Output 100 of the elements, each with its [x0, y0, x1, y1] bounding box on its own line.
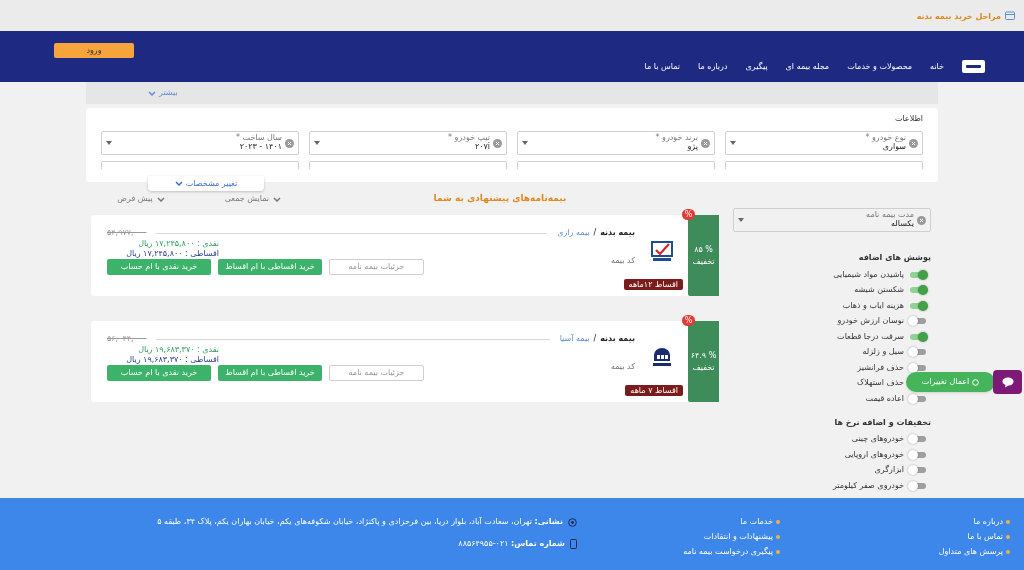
discount-value: % ۶۴.۹ — [690, 350, 717, 362]
toggle-label: حذف فرانشیز — [857, 361, 904, 374]
select-field[interactable]: تیپ خودرو * ۲۰۷i — [309, 131, 507, 155]
nav-link[interactable]: خانه — [930, 61, 944, 73]
chevron-down-icon — [148, 90, 156, 96]
caret-down-icon — [314, 141, 320, 145]
toggle-switch[interactable] — [908, 393, 928, 404]
select-field[interactable]: نوع خودرو * سواری — [725, 131, 923, 155]
field-label: برند خودرو * — [654, 134, 698, 143]
select-field[interactable]: برند خودرو * پژو — [517, 131, 715, 155]
details-button[interactable]: جزئیات بیمه نامه — [329, 259, 424, 276]
toggle-label: پاشیدن مواد شیمیایی — [833, 268, 904, 281]
phone-text: شماره تماس: ۰۲۱-۸۸۵۶۴۹۵۵ — [458, 538, 565, 550]
sort-option[interactable]: پیش فرض — [117, 193, 165, 205]
bullet-icon — [1006, 550, 1010, 554]
toggle-label: حذف استهلاک — [857, 377, 904, 390]
offers-title: بیمه‌نامه‌های پیشنهادی به شما — [432, 192, 568, 206]
duration-select[interactable]: مدت بیمه نامه یکساله — [733, 208, 931, 232]
logo-icon — [966, 64, 981, 69]
toggle-switch[interactable] — [908, 480, 928, 491]
toggle-switch[interactable] — [908, 316, 928, 327]
nav-link[interactable]: پیگیری — [745, 61, 768, 73]
section-title: تخفیفات و اضافه نرخ ها — [833, 416, 931, 429]
change-specs-tab[interactable]: تغییر مشخصات — [148, 176, 264, 191]
toggle-switch[interactable] — [908, 285, 928, 296]
toggle-switch[interactable] — [908, 347, 928, 358]
logo[interactable] — [962, 60, 985, 73]
toggle-label: خودروهای چینی — [851, 433, 904, 446]
chevron-down-icon — [174, 181, 183, 186]
select-field[interactable]: سال ساخت * ۱۴۰۱ - ۲۰۲۳ — [101, 131, 299, 155]
field-value: سواری — [882, 143, 906, 152]
clear-icon — [917, 215, 926, 225]
buy-button[interactable]: خرید نقدی با ام حساب — [107, 365, 211, 382]
clear-icon — [909, 138, 918, 148]
toggle-switch[interactable] — [908, 465, 928, 476]
installment-price: اقساطی : ۱۷,۲۴۵,۸۰۰ ریال — [126, 248, 219, 259]
location-icon — [568, 517, 577, 527]
toggle-switch[interactable] — [908, 331, 928, 342]
company-link[interactable]: بیمه رازی — [557, 227, 590, 239]
nav-link[interactable]: مجله بیمه ای — [785, 61, 830, 73]
toggle-label: شکستن شیشه — [854, 284, 904, 297]
chevron-down-icon — [273, 196, 281, 202]
chevron-down-icon — [156, 196, 165, 202]
field-label: نوع خودرو * — [864, 134, 906, 143]
chat-button[interactable] — [993, 370, 1022, 394]
buy-button[interactable]: خرید اقساطی با ام اقساط — [218, 365, 322, 382]
footer-link[interactable]: تماس با ما — [967, 531, 1003, 543]
footer-link[interactable]: درباره ما — [973, 516, 1003, 528]
footer-link[interactable]: پیشنهادات و انتقادات — [703, 531, 773, 543]
clear-icon — [701, 138, 710, 148]
toggle-label: نوسان ارزش خودرو — [837, 315, 904, 328]
toggle-switch[interactable] — [908, 362, 928, 373]
old-price: ۵۶,۰۴۴,۰۰۰ — [107, 333, 147, 345]
details-button[interactable]: جزئیات بیمه نامه — [329, 365, 424, 382]
nav-link[interactable]: محصولات و خدمات — [847, 61, 913, 73]
toggle-switch[interactable] — [908, 300, 928, 311]
form-title: اطلاعات — [893, 113, 923, 125]
toggle-label: خودروهای اروپایی — [844, 448, 904, 461]
clear-icon — [493, 138, 502, 148]
buy-button[interactable]: خرید اقساطی با ام اقساط — [218, 259, 322, 276]
field-label: سال ساخت * — [235, 134, 282, 143]
login-button[interactable]: ورود — [54, 43, 134, 58]
toggle-label: سرقت درجا قطعات — [837, 330, 904, 343]
footer-link[interactable]: پیگیری درخواست بیمه نامه — [683, 546, 773, 558]
company-link[interactable]: بیمه آسیا — [559, 333, 590, 345]
toggle-switch[interactable] — [908, 434, 928, 445]
old-price: ۵۴,۹۷۷,۰۰۰ — [107, 227, 147, 239]
toggle-label: هزینه ایاب و ذهاب — [842, 299, 904, 312]
toggle-switch[interactable] — [908, 269, 928, 280]
cash-price: نقدی : ۱۹,۶۸۳,۳۷۰ ریال — [138, 345, 219, 355]
toggle-label: ابزارگری — [874, 464, 904, 477]
address-text: نشانی: تهران، سعادت آباد، بلوار دریا، بین فرحزادی و پاکنژاد، خیابان شکوفه‌های یکم، خیابان بهاران یکم، پلاک ۳۴، طبقه ۵ — [157, 516, 563, 528]
bullet-icon — [776, 550, 780, 554]
sort-option[interactable]: نمایش جمعی — [224, 193, 281, 205]
chat-bubble-icon — [1001, 376, 1014, 388]
code-label: کد بیمه — [610, 361, 635, 373]
bullet-icon — [776, 535, 780, 539]
more-link[interactable]: بیشتر — [148, 87, 178, 99]
toggle-label: سیل و زلزله — [862, 346, 904, 359]
field-value: پژو — [686, 143, 698, 152]
insurer-logo-icon — [651, 241, 673, 262]
caret-down-icon — [738, 218, 744, 222]
buy-button[interactable]: خرید نقدی با ام حساب — [107, 259, 211, 276]
field-value: ۱۴۰۱ - ۲۰۲۳ — [238, 143, 282, 152]
toggle-switch[interactable] — [908, 449, 928, 460]
page-title: مراحل خرید بیمه بدنه — [916, 11, 1001, 23]
bullet-icon — [1006, 535, 1010, 539]
nav-link[interactable]: تماس با ما — [644, 61, 681, 73]
separator-text: / — [593, 333, 597, 345]
footer-link[interactable]: خدمات ما — [740, 516, 773, 528]
toggle-label: خودروی صفر کیلومتر — [832, 479, 904, 492]
product-name: بیمه بدنه — [600, 333, 635, 345]
nav-link[interactable]: درباره ما — [698, 61, 728, 73]
caret-down-icon — [522, 141, 528, 145]
bullet-icon — [776, 520, 780, 524]
discount-value: % ۸۵ — [694, 244, 713, 256]
cash-price: نقدی : ۱۷,۲۴۵,۸۰۰ ریال — [138, 239, 219, 249]
footer-link[interactable]: پرسش های متداول — [938, 546, 1003, 558]
percent-badge: % — [682, 315, 695, 326]
apply-changes-button[interactable]: اعمال تغییرات — [906, 372, 995, 392]
